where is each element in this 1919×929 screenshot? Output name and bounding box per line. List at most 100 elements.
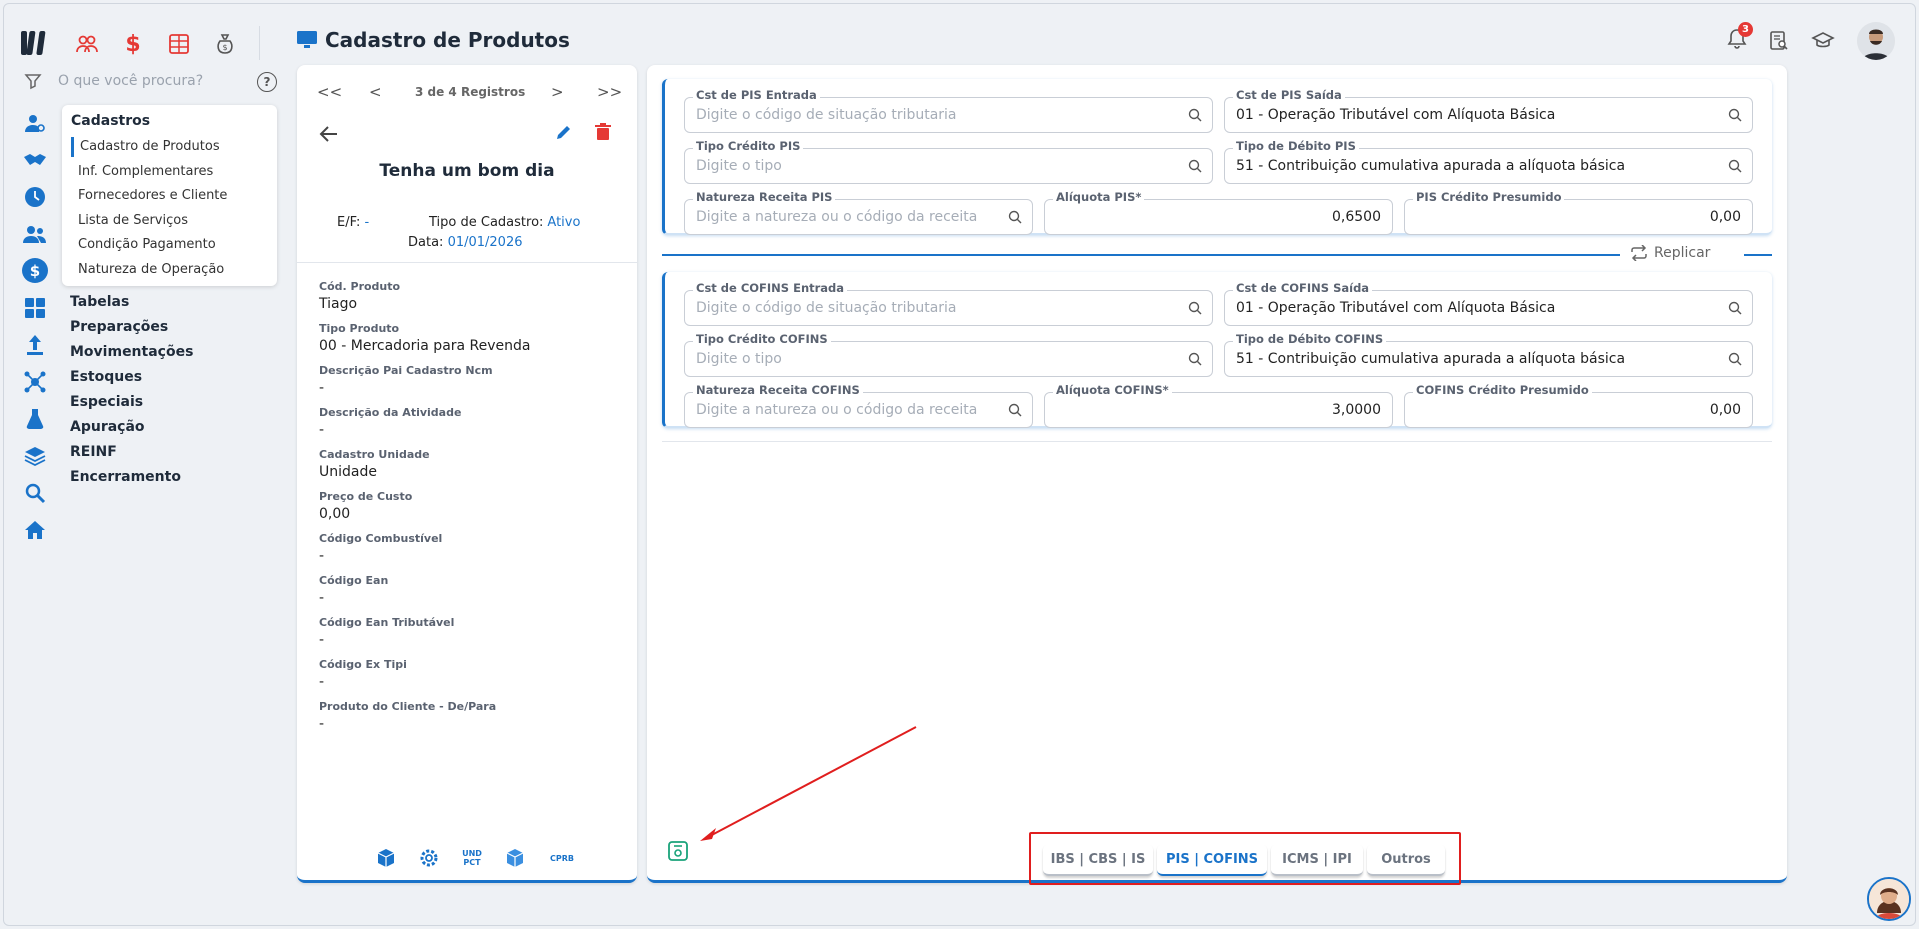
last-record-button[interactable]: >> — [597, 83, 622, 101]
global-search[interactable]: O que você procura? — [24, 72, 280, 90]
search-icon[interactable] — [1728, 301, 1742, 315]
cst-cofins-saida-field[interactable]: Cst de COFINS Saída 01 - Operação Tribut… — [1224, 281, 1753, 326]
users-icon[interactable] — [74, 31, 100, 57]
search-icon[interactable] — [1728, 159, 1742, 173]
tipo-credito-cofins-field[interactable]: Tipo Crédito COFINS Digite o tipo — [684, 332, 1213, 377]
menu-group-apuracao[interactable]: Apuração — [70, 417, 193, 442]
help-icon[interactable]: ? — [257, 72, 277, 92]
money-bag-icon[interactable]: $ — [212, 31, 238, 57]
menu-group-estoques[interactable]: Estoques — [70, 367, 193, 392]
aliquota-cofins-input[interactable]: 3,0000 — [1332, 402, 1381, 418]
cofins-credito-presumido-field[interactable]: COFINS Crédito Presumido 0,00 — [1404, 383, 1753, 428]
cst-pis-entrada-field[interactable]: Cst de PIS Entrada Digite o código de si… — [684, 88, 1213, 133]
handshake-icon[interactable] — [22, 147, 48, 172]
cprb-icon[interactable]: CPRB — [545, 847, 579, 869]
upload-icon[interactable] — [22, 332, 48, 357]
cube-icon[interactable] — [502, 847, 528, 869]
calculator-icon[interactable] — [166, 31, 192, 57]
aliquota-cofins-field[interactable]: Alíquota COFINS* 3,0000 — [1044, 383, 1393, 428]
aliquota-pis-input[interactable]: 0,6500 — [1332, 209, 1381, 225]
search-input[interactable]: O que você procura? — [58, 73, 203, 89]
tipo-credito-pis-field[interactable]: Tipo Crédito PIS Digite o tipo — [684, 139, 1213, 184]
unit-package-icon[interactable]: UND PCT — [459, 847, 485, 869]
user-avatar[interactable] — [1857, 22, 1895, 60]
cst-pis-saida-field[interactable]: Cst de PIS Saída 01 - Operação Tributáve… — [1224, 88, 1753, 133]
replicar-button[interactable]: Replicar — [1630, 245, 1710, 261]
first-record-button[interactable]: << — [317, 83, 342, 101]
tab-outros[interactable]: Outros — [1367, 844, 1445, 876]
submenu-item-inf-complementares[interactable]: Inf. Complementares — [71, 162, 277, 187]
people-icon[interactable] — [22, 221, 48, 246]
pis-credito-presumido-field[interactable]: PIS Crédito Presumido 0,00 — [1404, 190, 1753, 235]
tipo-credito-cofins-input[interactable]: Digite o tipo — [696, 351, 782, 367]
menu-group-movimentacoes[interactable]: Movimentações — [70, 342, 193, 367]
cst-pis-saida-input[interactable]: 01 - Operação Tributável com Alíquota Bá… — [1236, 107, 1555, 123]
submenu-item-fornecedores-cliente[interactable]: Fornecedores e Cliente — [71, 186, 277, 211]
cofins-credito-presumido-input[interactable]: 0,00 — [1710, 402, 1741, 418]
layers-icon[interactable] — [22, 443, 48, 468]
natureza-receita-cofins-input[interactable]: Digite a natureza ou o código da receita — [696, 402, 977, 418]
submenu-item-cadastro-produtos[interactable]: Cadastro de Produtos — [71, 137, 277, 157]
field-label: Produto do Cliente - De/Para — [319, 700, 497, 713]
pis-credito-presumido-input[interactable]: 0,00 — [1710, 209, 1741, 225]
natureza-receita-cofins-field[interactable]: Natureza Receita COFINS Digite a naturez… — [684, 383, 1033, 428]
user-settings-icon[interactable] — [22, 110, 48, 135]
tipo-credito-pis-input[interactable]: Digite o tipo — [696, 158, 782, 174]
greeting: Tenha um bom dia — [379, 161, 555, 181]
search-icon[interactable] — [1728, 108, 1742, 122]
dollar-icon[interactable]: $ — [120, 31, 146, 57]
menu-group-preparacoes[interactable]: Preparações — [70, 317, 193, 342]
flask-icon[interactable] — [22, 406, 48, 431]
grid-icon[interactable] — [22, 295, 48, 320]
cst-pis-entrada-input[interactable]: Digite o código de situação tributaria — [696, 107, 957, 123]
tab-ibs-cbs-is[interactable]: IBS | CBS | IS — [1043, 844, 1153, 876]
notification-badge: 3 — [1738, 22, 1753, 37]
menu-group-reinf[interactable]: REINF — [70, 442, 193, 467]
cst-cofins-entrada-input[interactable]: Digite o código de situação tributaria — [696, 300, 957, 316]
menu-group-encerramento[interactable]: Encerramento — [70, 467, 193, 492]
search-icon[interactable] — [1008, 210, 1022, 224]
document-search-icon[interactable] — [1769, 30, 1789, 52]
edit-pencil-icon[interactable] — [555, 123, 573, 141]
prev-record-button[interactable]: < — [369, 83, 382, 101]
home-icon[interactable] — [22, 517, 48, 542]
notifications-button[interactable]: 3 — [1727, 22, 1753, 54]
back-arrow-icon[interactable] — [319, 125, 339, 143]
search-icon[interactable] — [1188, 159, 1202, 173]
field-value: - — [319, 380, 325, 396]
tipo-debito-pis-field[interactable]: Tipo de Débito PIS 51 - Contribuição cum… — [1224, 139, 1753, 184]
tipo-debito-pis-input[interactable]: 51 - Contribuição cumulativa apurada a a… — [1236, 158, 1625, 174]
search-icon[interactable] — [1188, 301, 1202, 315]
clock-icon[interactable] — [22, 184, 48, 209]
graduation-cap-icon[interactable] — [1811, 31, 1835, 51]
search-icon[interactable] — [1728, 352, 1742, 366]
settings-gear-icon[interactable] — [416, 847, 442, 869]
search-icon[interactable] — [22, 480, 48, 505]
cst-cofins-entrada-field[interactable]: Cst de COFINS Entrada Digite o código de… — [684, 281, 1213, 326]
cst-cofins-saida-input[interactable]: 01 - Operação Tributável com Alíquota Bá… — [1236, 300, 1555, 316]
tipo-debito-cofins-input[interactable]: 51 - Contribuição cumulativa apurada a a… — [1236, 351, 1625, 367]
logo-icon[interactable] — [20, 28, 50, 58]
tab-pis-cofins[interactable]: PIS | COFINS — [1157, 844, 1267, 876]
menu-group-especiais[interactable]: Especiais — [70, 392, 193, 417]
assistant-avatar[interactable] — [1867, 877, 1911, 921]
menu-group-tabelas[interactable]: Tabelas — [70, 292, 193, 317]
tab-icms-ipi[interactable]: ICMS | IPI — [1271, 844, 1363, 876]
delete-trash-icon[interactable] — [595, 123, 611, 141]
network-icon[interactable] — [22, 369, 48, 394]
tipo-debito-cofins-field[interactable]: Tipo de Débito COFINS 51 - Contribuição … — [1224, 332, 1753, 377]
und-label: UND — [462, 849, 482, 858]
search-icon[interactable] — [1008, 403, 1022, 417]
aliquota-pis-field[interactable]: Alíquota PIS* 0,6500 — [1044, 190, 1393, 235]
save-icon[interactable] — [667, 840, 689, 862]
box-icon[interactable] — [373, 847, 399, 869]
search-icon[interactable] — [1188, 108, 1202, 122]
search-icon[interactable] — [1188, 352, 1202, 366]
submenu-item-condicao-pagamento[interactable]: Condição Pagamento — [71, 235, 277, 260]
submenu-item-natureza-operacao[interactable]: Natureza de Operação — [71, 260, 277, 285]
submenu-item-lista-servicos[interactable]: Lista de Serviços — [71, 211, 277, 236]
dollar-circle-icon[interactable]: $ — [22, 258, 48, 283]
next-record-button[interactable]: > — [551, 83, 564, 101]
natureza-receita-pis-field[interactable]: Natureza Receita PIS Digite a natureza o… — [684, 190, 1033, 235]
natureza-receita-pis-input[interactable]: Digite a natureza ou o código da receita — [696, 209, 977, 225]
